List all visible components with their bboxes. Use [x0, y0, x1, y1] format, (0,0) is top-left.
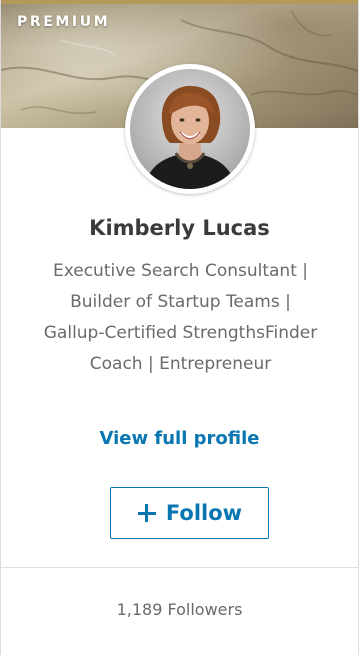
profile-name: Kimberly Lucas	[89, 216, 270, 240]
profile-headline: Executive Search Consultant | Builder of…	[43, 261, 318, 374]
profile-card: PREMIUM Kimberly Lucas Executive Search …	[0, 0, 359, 655]
divider	[1, 567, 358, 568]
followers-count: 1,189 Followers	[116, 600, 243, 619]
follow-button-label: Follow	[165, 501, 243, 525]
premium-strip	[1, 0, 358, 4]
follow-button[interactable]: Follow	[110, 487, 269, 539]
avatar[interactable]	[125, 64, 255, 194]
plus-icon	[137, 503, 157, 523]
view-full-profile-link[interactable]: View full profile	[1, 428, 358, 449]
premium-badge: PREMIUM	[17, 14, 111, 30]
avatar-photo	[130, 69, 250, 189]
